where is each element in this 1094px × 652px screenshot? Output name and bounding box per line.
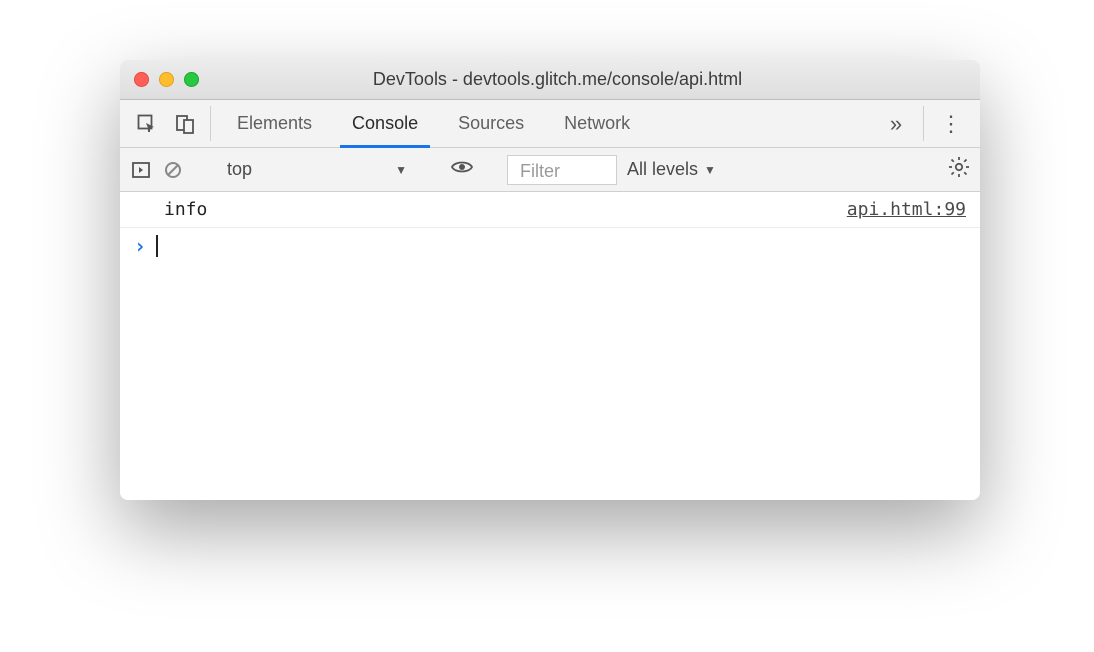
live-expression-icon[interactable] — [450, 157, 474, 183]
clear-console-icon[interactable] — [162, 159, 184, 181]
titlebar: DevTools - devtools.glitch.me/console/ap… — [120, 60, 980, 100]
filter-input[interactable] — [518, 160, 606, 183]
toggle-sidebar-icon[interactable] — [130, 159, 152, 181]
context-selector[interactable]: top ▼ — [217, 157, 417, 182]
log-entry: info api.html:99 — [120, 192, 980, 228]
tab-network[interactable]: Network — [544, 100, 650, 147]
inspect-element-icon[interactable] — [128, 100, 166, 147]
settings-menu-icon[interactable]: ⋮ — [930, 100, 972, 147]
tab-console[interactable]: Console — [332, 100, 438, 147]
window-title: DevTools - devtools.glitch.me/console/ap… — [149, 69, 966, 90]
prompt-caret-icon: › — [134, 234, 146, 258]
filter-input-wrapper[interactable] — [507, 155, 617, 185]
devtools-window: DevTools - devtools.glitch.me/console/ap… — [120, 60, 980, 500]
chevron-down-icon: ▼ — [395, 163, 407, 177]
divider — [210, 106, 211, 141]
log-source-link[interactable]: api.html:99 — [847, 199, 966, 220]
divider — [923, 106, 924, 141]
close-icon[interactable] — [134, 72, 149, 87]
text-cursor — [156, 235, 158, 257]
console-body: info api.html:99 › — [120, 192, 980, 500]
log-levels-selector[interactable]: All levels ▼ — [627, 159, 716, 180]
log-levels-label: All levels — [627, 159, 698, 180]
tab-elements[interactable]: Elements — [217, 100, 332, 147]
console-prompt[interactable]: › — [120, 228, 980, 264]
tab-sources[interactable]: Sources — [438, 100, 544, 147]
chevron-down-icon: ▼ — [704, 163, 716, 177]
log-message: info — [164, 199, 207, 220]
more-tabs-icon[interactable]: » — [875, 100, 917, 147]
tabs-list: Elements Console Sources Network — [217, 100, 875, 147]
main-tabbar: Elements Console Sources Network » ⋮ — [120, 100, 980, 148]
console-toolbar: top ▼ All levels ▼ — [120, 148, 980, 192]
context-label: top — [227, 159, 252, 180]
device-toolbar-icon[interactable] — [166, 100, 204, 147]
console-settings-icon[interactable] — [948, 156, 970, 184]
